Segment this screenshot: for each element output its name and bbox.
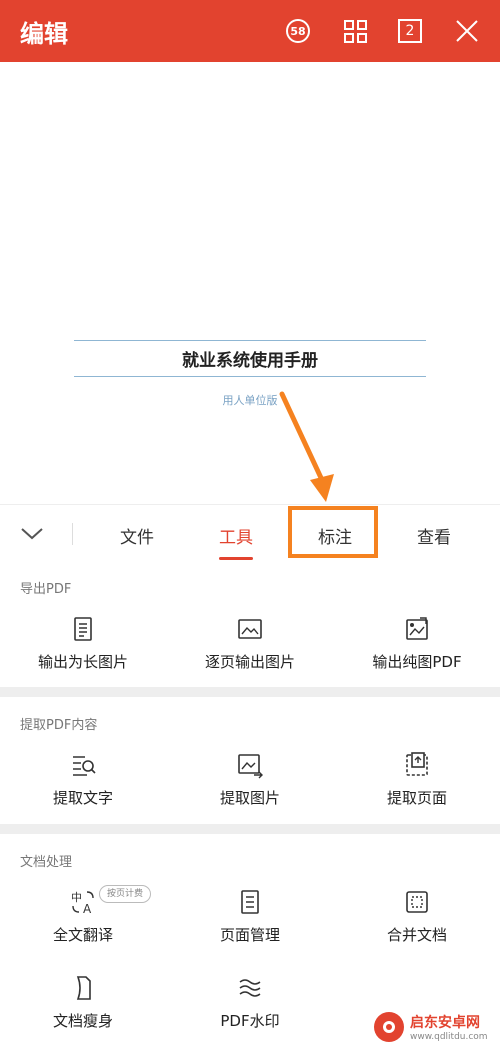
item-label: 逐页输出图片 xyxy=(204,653,295,671)
extract-images-button[interactable]: 提取图片 xyxy=(167,751,333,808)
doc-bottom-rule xyxy=(74,376,426,377)
document-subtitle: 用人单位版 xyxy=(222,394,278,407)
item-label: 提取页面 xyxy=(386,789,447,807)
doc-slim-button[interactable]: 文档瘦身 xyxy=(0,974,166,1031)
translate-icon: 中A xyxy=(71,891,94,916)
item-label: 文档瘦身 xyxy=(52,1012,113,1030)
chevron-down-icon[interactable] xyxy=(18,519,46,547)
page-count-button[interactable]: 2 xyxy=(393,14,427,48)
badge-58-icon: 58 xyxy=(286,19,310,43)
watermark-icon xyxy=(239,979,261,997)
section-title-export: 导出PDF xyxy=(20,582,72,597)
page-title: 编辑 xyxy=(20,20,68,48)
section-title-extract: 提取PDF内容 xyxy=(20,718,98,733)
extract-image-icon xyxy=(238,754,263,779)
tab-view[interactable]: 查看 xyxy=(394,523,474,548)
merge-icon xyxy=(406,891,428,913)
export-image-pdf-button[interactable]: 输出纯图PDF xyxy=(334,615,500,672)
item-label: 全文翻译 xyxy=(52,926,113,944)
document-title: 就业系统使用手册 xyxy=(182,351,318,371)
extract-pages-button[interactable]: 提取页面 xyxy=(334,751,500,808)
page-images-icon xyxy=(238,619,262,639)
watermark-url: www.qdlitdu.com xyxy=(410,1031,488,1042)
merge-docs-button[interactable]: 合并文档 xyxy=(334,888,500,945)
section-title-process: 文档处理 xyxy=(20,855,73,870)
extract-text-button[interactable]: 提取文字 xyxy=(0,751,166,808)
item-label: PDF水印 xyxy=(220,1012,280,1030)
doc-top-rule xyxy=(74,340,426,341)
page-count-icon: 2 xyxy=(398,19,422,43)
top-app-bar: 编辑 58 2 xyxy=(0,0,500,62)
export-per-page-images-button[interactable]: 逐页输出图片 xyxy=(167,615,333,672)
page-manage-button[interactable]: 页面管理 xyxy=(167,888,333,945)
close-icon xyxy=(456,20,478,42)
item-label: 提取图片 xyxy=(219,789,280,807)
pdf-watermark-button[interactable]: PDF水印 xyxy=(167,974,333,1031)
export-long-image-button[interactable]: 输出为长图片 xyxy=(0,615,166,672)
item-label: 输出为长图片 xyxy=(37,653,128,671)
annotate-highlight-box xyxy=(288,506,378,558)
item-label: 合并文档 xyxy=(386,926,447,944)
tool-tab-bar: 文件 工具 标注 查看 xyxy=(0,504,500,564)
active-tab-indicator xyxy=(219,557,253,560)
member-58-button[interactable]: 58 xyxy=(281,14,315,48)
page-manage-icon xyxy=(241,890,259,914)
close-button[interactable] xyxy=(450,14,484,48)
site-logo-icon xyxy=(374,1011,404,1042)
pay-per-page-badge: 按页计费 xyxy=(99,885,152,903)
document-preview[interactable]: 就业系统使用手册 用人单位版 xyxy=(0,62,500,504)
site-watermark: 启东安卓网 www.qdlitdu.com xyxy=(372,1006,500,1047)
doc-slim-icon xyxy=(76,976,91,1000)
section-gap xyxy=(0,687,500,697)
long-image-icon xyxy=(74,617,92,641)
extract-page-icon xyxy=(406,752,428,776)
svg-text:中: 中 xyxy=(71,891,82,904)
section-gap xyxy=(0,824,500,834)
watermark-title: 启东安卓网 xyxy=(410,1014,480,1031)
item-label: 提取文字 xyxy=(52,789,113,807)
extract-text-icon xyxy=(73,756,96,776)
grid-icon xyxy=(343,19,367,43)
grid-view-button[interactable] xyxy=(338,14,372,48)
tab-tools[interactable]: 工具 xyxy=(196,523,276,548)
item-label: 输出纯图PDF xyxy=(372,653,462,671)
image-pdf-icon xyxy=(406,617,428,640)
tab-divider xyxy=(72,523,73,545)
svg-text:A: A xyxy=(83,902,92,916)
tab-file[interactable]: 文件 xyxy=(97,523,177,548)
item-label: 页面管理 xyxy=(219,926,280,944)
